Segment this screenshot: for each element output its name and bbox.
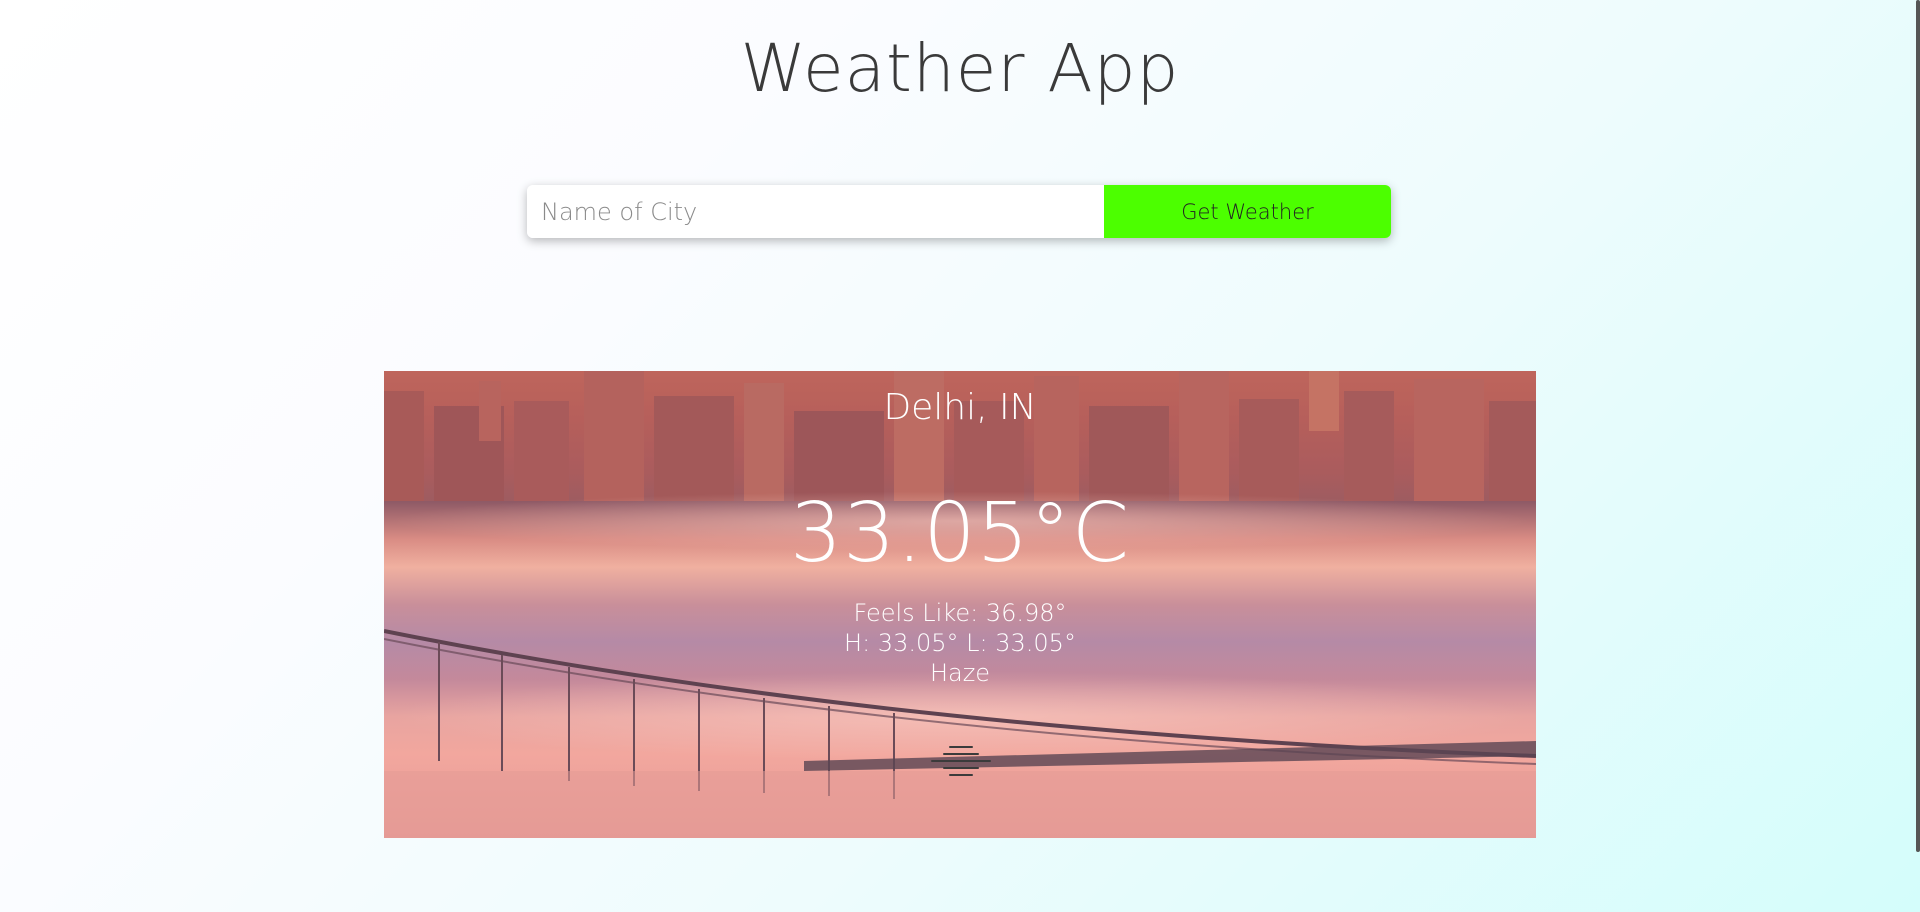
page-scrollbar[interactable]	[1916, 0, 1920, 852]
haze-icon	[931, 746, 991, 776]
weather-description: Haze	[929, 659, 991, 687]
high-low-temperature: H: 33.05° L: 33.05°	[844, 629, 1076, 657]
city-name: Delhi, IN	[883, 387, 1037, 428]
weather-card: Delhi, IN 33.05°C Feels Like: 36.98° H: …	[384, 371, 1536, 838]
temperature: 33.05°C	[789, 486, 1130, 581]
get-weather-button[interactable]: Get Weather	[1104, 185, 1391, 238]
page-title: Weather App	[740, 30, 1180, 107]
search-bar: Get Weather	[527, 185, 1391, 238]
city-search-input[interactable]	[527, 185, 1104, 238]
feels-like: Feels Like: 36.98°	[853, 599, 1067, 627]
